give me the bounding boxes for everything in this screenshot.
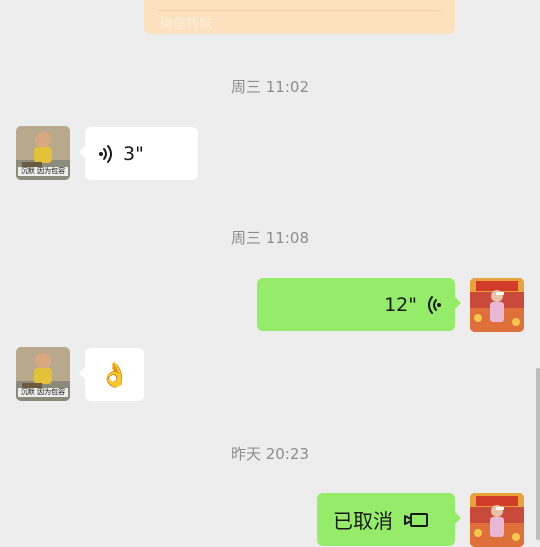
avatar-caption: 沉默 因为包容 [20,167,66,175]
ok-hand-emoji: 👌 [99,360,130,389]
timestamp: 周三 11:08 [231,229,309,247]
voice-message-incoming[interactable]: 3" [79,127,198,180]
contact-avatar[interactable]: 沉默 因为包容 [16,126,70,180]
transfer-card[interactable]: 微信转账 [144,0,455,34]
call-message-outgoing[interactable]: 已取消 [317,493,461,546]
transfer-label: 微信转账 [160,17,213,32]
voice-wave-icon [97,144,115,164]
scrollbar[interactable] [536,368,540,540]
timestamp: 昨天 20:23 [231,445,309,463]
voice-message-outgoing[interactable]: 12" [257,278,461,331]
self-avatar[interactable] [470,278,524,332]
self-avatar[interactable] [470,493,524,547]
contact-avatar[interactable]: 沉默 因为包容 [16,347,70,401]
call-status: 已取消 [333,509,393,533]
voice-duration: 3" [123,142,144,165]
transfer-divider [158,10,441,11]
video-call-icon [403,511,429,529]
emoji-message[interactable]: 👌 [79,348,144,401]
voice-wave-icon [425,295,443,315]
timestamp: 周三 11:02 [231,78,309,96]
avatar-caption: 沉默 因为包容 [20,388,66,396]
voice-duration: 12" [384,293,417,316]
